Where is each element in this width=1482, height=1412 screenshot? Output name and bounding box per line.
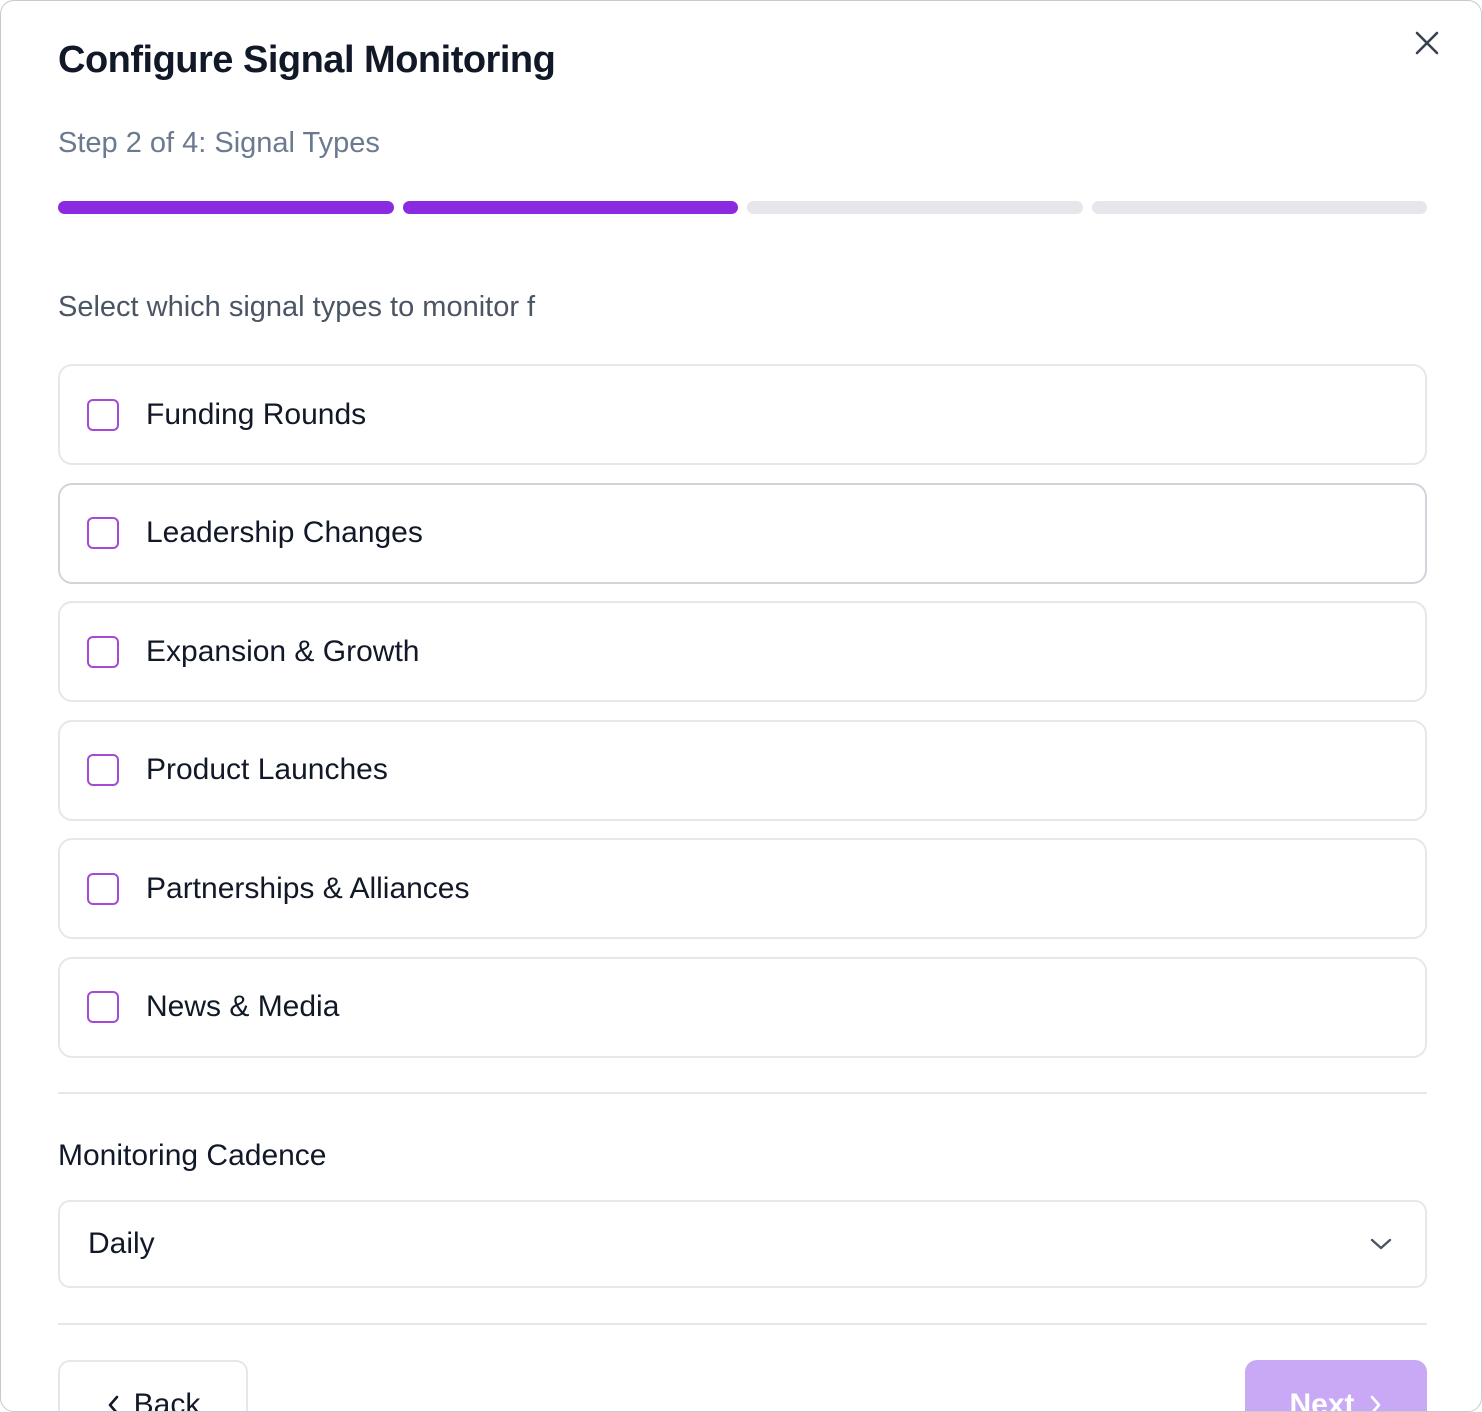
signal-option-label: Partnerships & Alliances bbox=[146, 871, 470, 905]
configure-signal-dialog: Configure Signal Monitoring Step 2 of 4:… bbox=[0, 0, 1482, 1412]
signal-option-label: Leadership Changes bbox=[146, 516, 423, 549]
back-button-label: Back bbox=[133, 1388, 201, 1412]
signal-option-partnerships-alliances[interactable]: Partnerships & Alliances bbox=[58, 838, 1427, 939]
back-button[interactable]: Back bbox=[58, 1360, 248, 1412]
signal-checkbox[interactable] bbox=[87, 872, 119, 905]
next-button-label: Next bbox=[1289, 1388, 1355, 1412]
chevron-left-icon bbox=[108, 1395, 118, 1411]
signal-checkbox[interactable] bbox=[87, 635, 119, 668]
chevron-right-icon bbox=[1370, 1395, 1380, 1411]
signal-option-label: Product Launches bbox=[146, 753, 388, 786]
progress-segment-2 bbox=[402, 201, 738, 214]
step-progress-bar bbox=[58, 201, 1427, 214]
step-indicator: Step 2 of 4: Signal Types bbox=[58, 127, 380, 159]
signal-option-funding-rounds[interactable]: Funding Rounds bbox=[58, 364, 1427, 465]
signal-checkbox[interactable] bbox=[87, 991, 119, 1023]
signal-option-label: News & Media bbox=[146, 990, 340, 1023]
dialog-title: Configure Signal Monitoring bbox=[58, 39, 556, 81]
next-button[interactable]: Next bbox=[1245, 1360, 1427, 1412]
signal-option-expansion-growth[interactable]: Expansion & Growth bbox=[58, 601, 1427, 702]
footer-divider bbox=[58, 1323, 1427, 1325]
progress-segment-1 bbox=[58, 201, 394, 214]
signal-type-list: Funding Rounds Leadership Changes Expans… bbox=[58, 364, 1427, 1075]
signal-checkbox[interactable] bbox=[87, 754, 119, 786]
progress-segment-3 bbox=[747, 201, 1083, 214]
signal-checkbox[interactable] bbox=[87, 398, 119, 431]
chevron-down-icon bbox=[1369, 1236, 1393, 1252]
cadence-selected-value: Daily bbox=[88, 1227, 155, 1260]
monitoring-cadence-label: Monitoring Cadence bbox=[58, 1139, 327, 1172]
signal-option-label: Expansion & Growth bbox=[146, 634, 420, 668]
close-button[interactable] bbox=[1409, 25, 1445, 61]
signal-option-label: Funding Rounds bbox=[146, 397, 367, 431]
monitoring-cadence-select[interactable]: Daily bbox=[58, 1200, 1427, 1288]
section-divider bbox=[58, 1092, 1427, 1094]
close-icon bbox=[1415, 31, 1439, 55]
signal-option-news-media[interactable]: News & Media bbox=[58, 956, 1427, 1058]
signal-option-product-launches[interactable]: Product Launches bbox=[58, 719, 1427, 821]
progress-segment-4 bbox=[1091, 201, 1427, 214]
signal-option-leadership-changes[interactable]: Leadership Changes bbox=[58, 482, 1427, 584]
signal-checkbox[interactable] bbox=[87, 517, 119, 549]
signal-types-intro: Select which signal types to monitor f bbox=[58, 291, 536, 323]
